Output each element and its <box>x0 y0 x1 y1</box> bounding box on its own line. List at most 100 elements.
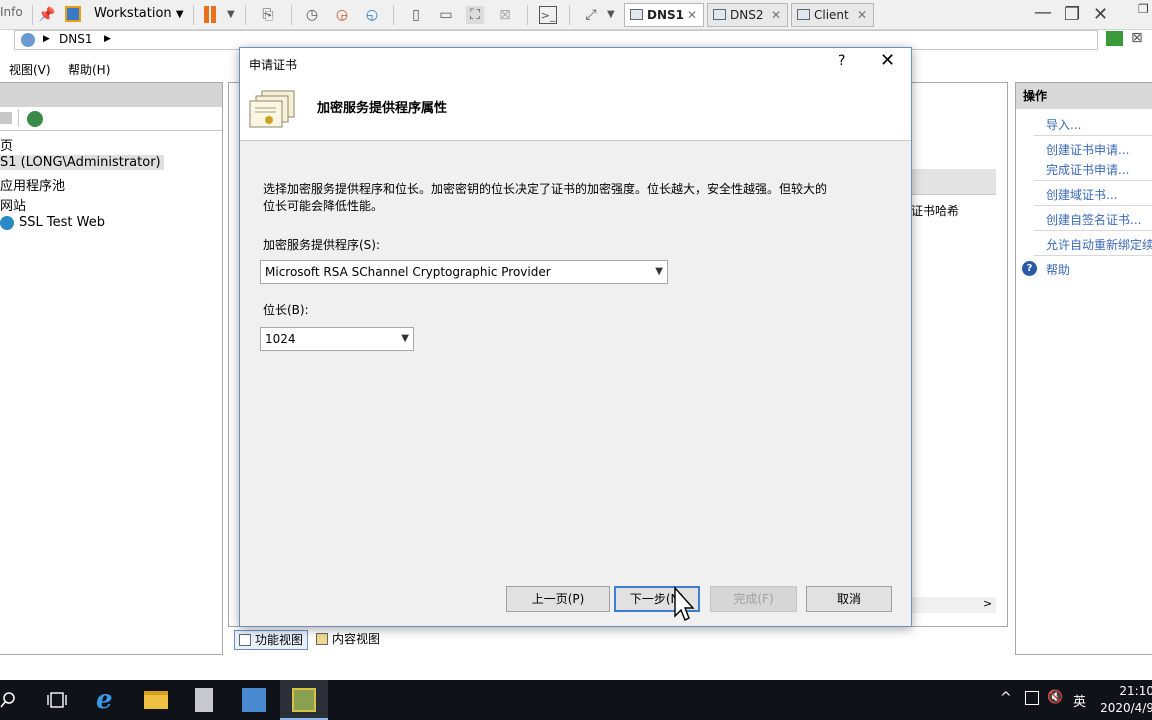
tree-item-server[interactable]: S1 (LONG\Administrator) <box>0 155 164 170</box>
stop-icon[interactable]: ⊠ <box>1131 30 1143 46</box>
snapshot-manager-icon[interactable]: ◵ <box>363 6 381 24</box>
revert-snapshot-icon[interactable]: ◶ <box>333 6 351 24</box>
taskbar-server-manager[interactable] <box>180 680 228 720</box>
action-separator <box>1034 180 1152 181</box>
action-create-self-signed[interactable]: 创建自签名证书... <box>1046 211 1141 228</box>
tab-label: DNS2 <box>730 8 764 22</box>
action-help[interactable]: 帮助 <box>1046 261 1070 278</box>
vm-icon <box>630 9 643 20</box>
dialog-close-button[interactable]: ✕ <box>880 51 895 71</box>
toolbar-separator <box>393 5 394 25</box>
folder-icon <box>144 691 168 709</box>
network-tray-icon[interactable] <box>1025 691 1039 705</box>
address-path: DNS1 <box>59 32 93 46</box>
tab-dns2[interactable]: DNS2 ✕ <box>707 3 788 27</box>
tree-item-ssl-site[interactable]: SSL Test Web <box>19 215 105 230</box>
action-separator <box>1034 230 1152 231</box>
finish-button[interactable]: 完成(F) <box>710 586 797 612</box>
dialog-title: 申请证书 <box>249 58 298 72</box>
power-dropdown-icon[interactable]: ▼ <box>227 9 235 20</box>
search-icon[interactable] <box>0 691 18 709</box>
action-auto-rebind[interactable]: 允许自动重新绑定续 <box>1046 236 1152 253</box>
console-icon[interactable]: >_ <box>539 6 557 24</box>
ime-indicator[interactable]: 英 <box>1073 691 1086 710</box>
action-create-request[interactable]: 创建证书申请... <box>1046 141 1129 158</box>
chevron-down-icon: ▼ <box>401 333 409 344</box>
pin-icon[interactable]: 📌 <box>38 6 56 24</box>
tab-features-view[interactable]: 功能视图 <box>234 630 308 650</box>
features-view-icon <box>239 634 251 646</box>
actions-pane: 操作 导入... 创建证书申请... 完成证书申请... 创建域证书... 创建… <box>1015 82 1152 655</box>
vmware-logo-icon <box>65 6 81 22</box>
taskbar-dns-manager[interactable] <box>230 680 278 720</box>
thumbnail-bar-icon[interactable]: ▭ <box>437 6 455 24</box>
close-window-icon[interactable]: ✕ <box>1093 4 1108 25</box>
taskbar: e ^ 🔇 英 21:10 2020/4/9 <box>0 680 1152 720</box>
toolbar-separator <box>32 5 33 25</box>
close-icon[interactable]: ✕ <box>687 4 697 26</box>
horizontal-scrollbar[interactable] <box>901 597 996 613</box>
scroll-right-icon[interactable]: > <box>983 597 992 610</box>
workstation-label: Workstation <box>94 6 172 21</box>
menu-view[interactable]: 视图(V) <box>9 61 51 78</box>
toolbar-separator <box>569 5 570 25</box>
pause-icon[interactable] <box>204 6 209 23</box>
save-icon[interactable] <box>0 112 12 124</box>
toolbar-separator <box>527 5 528 25</box>
restore-small-icon[interactable]: ❐ <box>1138 2 1149 16</box>
csp-value: Microsoft RSA SChannel Cryptographic Pro… <box>265 265 551 279</box>
minimize-icon[interactable]: — <box>1034 2 1052 23</box>
action-complete-request[interactable]: 完成证书申请... <box>1046 161 1129 178</box>
tab-content-view[interactable]: 内容视图 <box>312 630 386 650</box>
csp-select[interactable]: Microsoft RSA SChannel Cryptographic Pro… <box>260 260 668 284</box>
workstation-menu[interactable]: Workstation ▼ <box>94 6 184 21</box>
stretch-icon[interactable]: ⤢ <box>582 6 600 24</box>
clock[interactable]: 21:10 2020/4/9 <box>1098 683 1152 717</box>
tab-label: 功能视图 <box>255 633 304 647</box>
chevron-right-icon: ▶ <box>43 34 50 44</box>
tab-dns1[interactable]: DNS1 ✕ <box>624 3 704 27</box>
action-import[interactable]: 导入... <box>1046 116 1081 133</box>
taskbar-iis-manager[interactable] <box>280 680 328 720</box>
tray-chevron-up-icon[interactable]: ^ <box>1000 690 1012 706</box>
refresh-icon[interactable] <box>1106 31 1123 46</box>
action-create-domain-cert[interactable]: 创建域证书... <box>1046 186 1117 203</box>
clock-time: 21:10 <box>1119 684 1152 698</box>
taskbar-explorer[interactable] <box>132 680 180 720</box>
view-dropdown-icon[interactable]: ▼ <box>607 9 615 20</box>
restore-icon[interactable]: ❐ <box>1064 4 1080 25</box>
close-icon[interactable]: ✕ <box>771 4 781 26</box>
vmware-toolbar: Info 📌 Workstation ▼ ▼ ⎘ ◷ ◶ ◵ ▯ ▭ ⛶ ⊠ >… <box>0 0 1152 30</box>
tree-item-sites[interactable]: 网站 <box>0 195 26 214</box>
tab-label: 内容视图 <box>332 632 381 646</box>
send-keys-icon[interactable]: ⎘ <box>259 6 277 24</box>
iis-icon <box>292 688 316 712</box>
bits-select[interactable]: 1024 ▼ <box>260 327 414 351</box>
actions-header: 操作 <box>1016 83 1152 109</box>
unity-icon[interactable]: ⊠ <box>496 6 514 24</box>
globe-icon <box>0 216 14 230</box>
chevron-down-icon: ▼ <box>655 266 663 277</box>
dns-icon <box>242 688 266 712</box>
tree-item-start-page[interactable]: 页 <box>0 135 13 154</box>
sidebar-toggle-icon[interactable]: ▯ <box>407 6 425 24</box>
close-icon[interactable]: ✕ <box>857 4 867 26</box>
volume-muted-icon[interactable]: 🔇 <box>1047 690 1063 705</box>
info-label-fragment: Info <box>0 5 23 19</box>
server-icon <box>21 33 35 47</box>
task-view-icon[interactable] <box>47 691 67 709</box>
content-view-icon <box>316 633 328 645</box>
fullscreen-icon[interactable]: ⛶ <box>466 6 484 24</box>
snapshot-icon[interactable]: ◷ <box>303 6 321 24</box>
prev-button[interactable]: 上一页(P) <box>506 586 610 612</box>
cancel-button[interactable]: 取消 <box>806 586 892 612</box>
tree-item-app-pools[interactable]: 应用程序池 <box>0 175 65 194</box>
connections-header <box>0 83 222 107</box>
menu-help[interactable]: 帮助(H) <box>68 61 110 78</box>
tab-client[interactable]: Client ✕ <box>791 3 874 27</box>
taskbar-ie[interactable]: e <box>84 680 132 720</box>
dialog-help-button[interactable]: ? <box>838 53 845 69</box>
column-header <box>901 169 996 195</box>
disconnect-icon[interactable] <box>27 111 43 127</box>
action-separator <box>1034 205 1152 206</box>
